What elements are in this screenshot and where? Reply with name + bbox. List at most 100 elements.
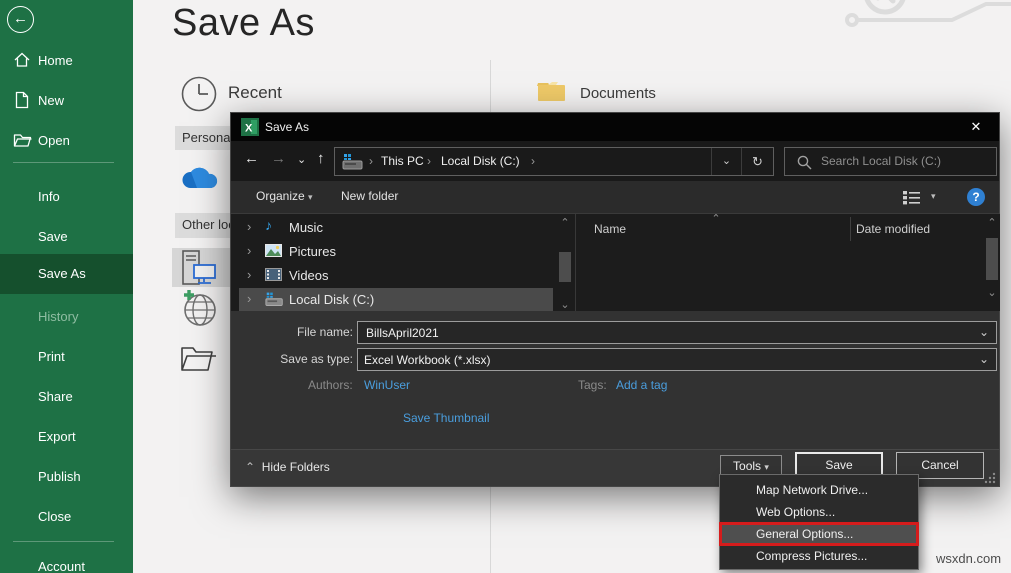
back-button[interactable]: ← bbox=[7, 6, 34, 33]
breadcrumb-local-disk[interactable]: Local Disk (C:) bbox=[441, 154, 520, 168]
sidebar-item-save[interactable]: Save bbox=[0, 226, 133, 248]
file-name-combobox[interactable]: ⌄ bbox=[357, 321, 997, 344]
tree-item-local-disk[interactable]: › Local Disk (C:) bbox=[239, 288, 553, 312]
tags-label: Tags: bbox=[578, 378, 607, 392]
view-options-chevron-icon[interactable]: ▾ bbox=[931, 191, 936, 202]
sidebar-item-open[interactable]: Open bbox=[0, 130, 133, 152]
hide-folders-button[interactable]: ⌃ Hide Folders bbox=[245, 460, 330, 474]
menu-item-web-options[interactable]: Web Options... bbox=[720, 501, 918, 523]
tree-item-music[interactable]: › ♪ Music bbox=[239, 216, 553, 240]
tree-item-videos[interactable]: › Videos bbox=[239, 264, 553, 288]
organize-button[interactable]: Organize ▾ bbox=[256, 189, 313, 203]
this-pc-place-selected[interactable] bbox=[172, 248, 231, 287]
sidebar-item-info[interactable]: Info bbox=[0, 186, 133, 208]
documents-header[interactable]: Documents bbox=[537, 79, 757, 109]
clock-icon bbox=[180, 75, 218, 113]
sidebar-separator bbox=[13, 162, 114, 163]
address-dropdown-chevron-icon[interactable]: ⌄ bbox=[711, 148, 741, 175]
forward-arrow-icon[interactable]: → bbox=[271, 150, 286, 167]
search-box[interactable] bbox=[784, 147, 997, 176]
recent-label: Recent bbox=[228, 83, 282, 103]
view-options-icon[interactable] bbox=[903, 190, 923, 205]
file-name-input[interactable] bbox=[364, 324, 964, 341]
column-divider[interactable] bbox=[850, 217, 851, 241]
pictures-icon bbox=[265, 244, 282, 257]
breadcrumb-separator: › bbox=[531, 154, 535, 168]
scroll-down-icon[interactable]: ⌄ bbox=[984, 286, 1000, 299]
expand-chevron-icon[interactable]: › bbox=[247, 243, 251, 258]
this-pc-icon bbox=[180, 250, 220, 286]
breadcrumb-separator: › bbox=[427, 154, 431, 168]
scrollbar-thumb[interactable] bbox=[559, 252, 571, 282]
save-as-type-select[interactable]: Excel Workbook (*.xlsx) ⌄ bbox=[357, 348, 997, 371]
save-as-type-label: Save as type: bbox=[235, 352, 353, 366]
dialog-titlebar[interactable]: X Save As ✕ bbox=[231, 113, 999, 141]
new-document-icon bbox=[13, 91, 31, 109]
videos-icon bbox=[265, 268, 282, 281]
scroll-up-icon[interactable]: ⌃ bbox=[557, 216, 573, 229]
menu-item-map-network-drive[interactable]: Map Network Drive... bbox=[720, 479, 918, 501]
sidebar-item-publish[interactable]: Publish bbox=[0, 466, 133, 488]
dialog-panels: › ♪ Music › Pictures › Videos bbox=[231, 214, 999, 311]
dialog-fields-section: File name: ⌄ Save as type: Excel Workboo… bbox=[231, 311, 999, 449]
expand-chevron-icon[interactable]: › bbox=[247, 219, 251, 234]
close-icon[interactable]: ✕ bbox=[963, 117, 989, 137]
save-as-dialog: X Save As ✕ ← → ⌄ ↑ › This PC › Local Di… bbox=[230, 112, 1000, 487]
sidebar-item-home[interactable]: Home bbox=[0, 50, 133, 72]
expand-chevron-icon[interactable]: › bbox=[247, 291, 251, 306]
scroll-down-icon[interactable]: ⌄ bbox=[557, 298, 573, 311]
expand-chevron-icon[interactable]: › bbox=[247, 267, 251, 282]
back-arrow-icon[interactable]: ← bbox=[244, 150, 259, 167]
tab-other-locations[interactable]: Other loc bbox=[175, 213, 232, 238]
breadcrumb-this-pc[interactable]: This PC bbox=[381, 154, 424, 168]
sidebar-item-export[interactable]: Export bbox=[0, 426, 133, 448]
add-a-tag-link[interactable]: Add a tag bbox=[616, 378, 667, 392]
sidebar-item-print[interactable]: Print bbox=[0, 346, 133, 368]
tab-personal[interactable]: Personal bbox=[175, 126, 232, 150]
column-header-date-modified[interactable]: Date modified bbox=[856, 222, 930, 236]
sidebar-item-account[interactable]: Account bbox=[0, 556, 133, 573]
dialog-toolbar: Organize ▾ New folder ▾ ? bbox=[231, 181, 999, 214]
breadcrumb-separator: › bbox=[369, 154, 373, 168]
scrollbar-thumb[interactable] bbox=[986, 238, 998, 280]
panel-divider bbox=[575, 214, 576, 311]
recent-section-header[interactable]: Recent bbox=[180, 75, 480, 113]
documents-label: Documents bbox=[580, 85, 656, 102]
chevron-down-icon[interactable]: ⌄ bbox=[979, 352, 989, 366]
chevron-up-icon: ⌃ bbox=[245, 460, 255, 474]
help-icon[interactable]: ? bbox=[967, 188, 985, 206]
menu-item-compress-pictures[interactable]: Compress Pictures... bbox=[720, 545, 918, 567]
chevron-down-icon: ▾ bbox=[308, 192, 313, 202]
menu-item-general-options[interactable]: General Options... bbox=[720, 523, 918, 545]
tree-item-pictures[interactable]: › Pictures bbox=[239, 240, 553, 264]
sidebar-item-close[interactable]: Close bbox=[0, 506, 133, 528]
up-arrow-icon[interactable]: ↑ bbox=[317, 150, 325, 167]
decorative-circuit-graphic bbox=[830, 0, 1011, 70]
browse-folder-icon[interactable] bbox=[180, 344, 218, 372]
dialog-navigation-bar: ← → ⌄ ↑ › This PC › Local Disk (C:) › ⌄ … bbox=[231, 141, 999, 181]
drive-icon bbox=[342, 154, 364, 170]
drive-icon bbox=[265, 292, 284, 307]
tree-scrollbar[interactable]: ⌃ ⌄ bbox=[557, 214, 573, 311]
excel-icon: X bbox=[241, 118, 259, 136]
chevron-down-icon[interactable]: ⌄ bbox=[979, 325, 989, 339]
resize-grip[interactable] bbox=[983, 471, 996, 484]
column-header-name[interactable]: Name bbox=[594, 222, 626, 236]
authors-label: Authors: bbox=[308, 378, 353, 392]
sidebar-item-history: History bbox=[0, 306, 133, 328]
refresh-icon[interactable]: ↻ bbox=[741, 148, 773, 175]
address-bar[interactable]: › This PC › Local Disk (C:) › ⌄ ↻ bbox=[334, 147, 774, 176]
sidebar-item-save-as[interactable]: Save As bbox=[0, 254, 133, 294]
add-a-place-icon[interactable] bbox=[180, 288, 218, 328]
recent-locations-chevron-icon[interactable]: ⌄ bbox=[297, 153, 306, 166]
open-folder-icon bbox=[13, 131, 32, 149]
scroll-up-icon[interactable]: ⌃ bbox=[984, 216, 1000, 229]
list-scrollbar-vertical[interactable]: ⌃ ⌄ bbox=[984, 214, 1000, 311]
authors-value[interactable]: WinUser bbox=[364, 378, 410, 392]
watermark: wsxdn.com bbox=[936, 551, 1001, 566]
sidebar-item-new[interactable]: New bbox=[0, 90, 133, 112]
search-input[interactable] bbox=[819, 151, 989, 171]
sidebar-item-share[interactable]: Share bbox=[0, 386, 133, 408]
new-folder-button[interactable]: New folder bbox=[341, 189, 398, 203]
onedrive-icon[interactable] bbox=[180, 164, 218, 192]
